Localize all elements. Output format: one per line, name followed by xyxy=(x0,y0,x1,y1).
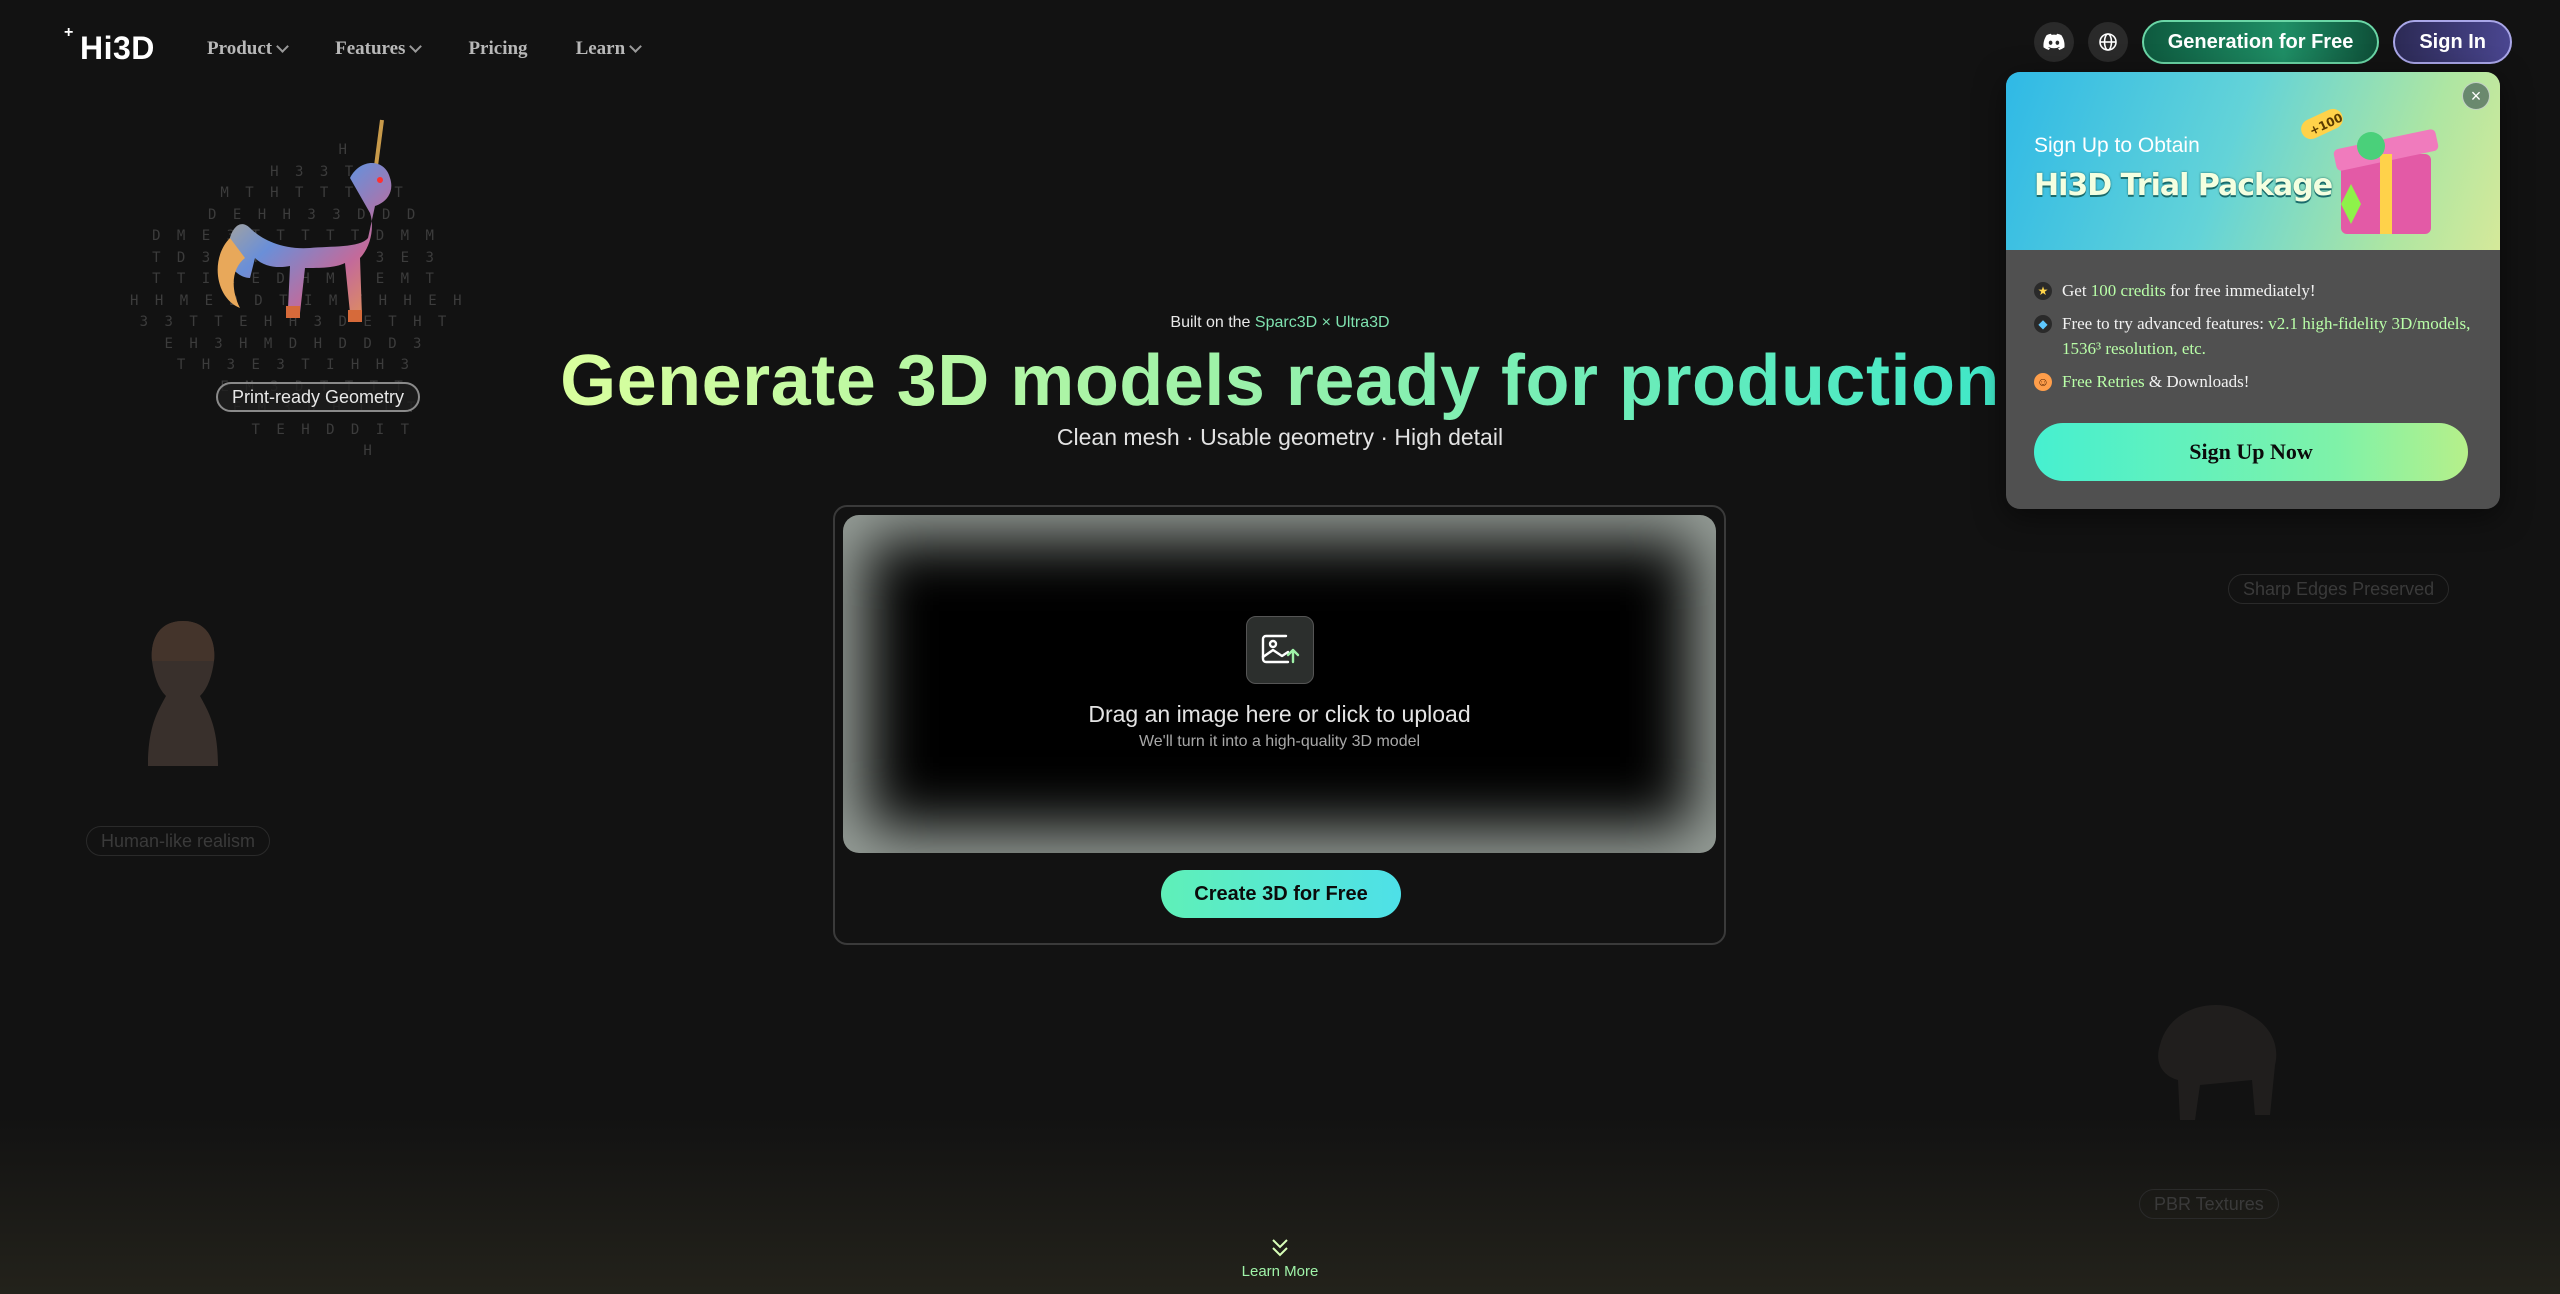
gift-box-image: +100 xyxy=(2301,108,2439,234)
logo-spark: + xyxy=(64,24,74,41)
header-actions: Generation for Free Sign In xyxy=(2033,20,2512,64)
diamond-icon: ◆ xyxy=(2034,315,2052,333)
nav-pricing-label: Pricing xyxy=(468,38,528,59)
benefit-text: Free to try advanced features: v2.1 high… xyxy=(2062,311,2476,361)
upload-card: Drag an image here or click to upload We… xyxy=(833,505,1726,945)
pbr-textures-pill: PBR Textures xyxy=(2139,1189,2279,1219)
close-icon[interactable]: × xyxy=(2462,82,2490,110)
benefit-2-prefix: Free to try advanced features: xyxy=(2062,314,2269,333)
double-chevron-down-icon xyxy=(1272,1239,1288,1257)
sign-up-now-button[interactable]: Sign Up Now xyxy=(2034,423,2468,481)
built-on-tech: Sparc3D × Ultra3D xyxy=(1254,314,1390,331)
sharp-edges-pill: Sharp Edges Preserved xyxy=(2228,574,2450,604)
list-item: ☺ Free Retries & Downloads! xyxy=(2034,369,2476,394)
star-icon: ★ xyxy=(2034,282,2052,300)
nav-features[interactable]: Features xyxy=(335,38,423,60)
logo[interactable]: + Hi3D xyxy=(64,24,155,67)
discord-icon[interactable] xyxy=(2033,22,2074,62)
chevron-down-icon xyxy=(629,40,643,53)
smile-emoji-icon: ☺ xyxy=(2034,373,2052,391)
list-item: ★ Get 100 credits for free immediately! xyxy=(2034,278,2476,303)
benefit-1-suffix: for free immediately! xyxy=(2165,281,2316,300)
benefit-text: Get 100 credits for free immediately! xyxy=(2062,278,2316,303)
logo-text: Hi3D xyxy=(80,30,155,66)
create-3d-button[interactable]: Create 3D for Free xyxy=(1161,870,1401,918)
chevron-down-icon xyxy=(276,40,289,53)
mech-beast-image xyxy=(2158,1005,2277,1120)
nav-product[interactable]: Product xyxy=(207,38,289,60)
human-bust-image xyxy=(148,621,218,766)
nav-features-label: Features xyxy=(335,38,406,59)
upload-title: Drag an image here or click to upload xyxy=(1088,701,1471,727)
chevron-down-icon xyxy=(409,40,423,53)
nav-pricing[interactable]: Pricing xyxy=(468,38,527,60)
benefit-1-highlight: 100 credits xyxy=(2090,281,2166,300)
nav-learn-label: Learn xyxy=(575,38,626,59)
benefit-1-prefix: Get xyxy=(2062,281,2091,300)
learn-more-label: Learn More xyxy=(1241,1263,1319,1280)
upload-dropzone[interactable]: Drag an image here or click to upload We… xyxy=(843,515,1716,853)
nav-learn[interactable]: Learn xyxy=(575,38,643,60)
main-nav: Product Features Pricing Learn xyxy=(207,38,643,60)
list-item: ◆ Free to try advanced features: v2.1 hi… xyxy=(2034,311,2476,361)
built-on-prefix: Built on the xyxy=(1170,314,1255,331)
generate-free-button[interactable]: Generation for Free xyxy=(2141,20,2380,64)
benefit-text: Free Retries & Downloads! xyxy=(2062,369,2249,394)
human-like-pill: Human-like realism xyxy=(86,826,271,856)
benefit-3-suffix: & Downloads! xyxy=(2144,372,2250,391)
hero-headline-text: Generate 3D models ready for production xyxy=(560,341,2000,421)
sign-in-button[interactable]: Sign In xyxy=(2393,20,2512,64)
image-upload-icon xyxy=(1246,616,1314,684)
globe-icon[interactable] xyxy=(2087,22,2128,62)
popup-title: Hi3D Trial Package xyxy=(2034,168,2333,203)
signup-promo-popup: +100 × Sign Up to Obtain Hi3D Trial Pack… xyxy=(2006,72,2500,509)
learn-more-link[interactable]: Learn More xyxy=(0,1237,2560,1280)
upload-subtitle: We'll turn it into a high-quality 3D mod… xyxy=(1138,733,1421,750)
benefit-3-highlight: Free Retries xyxy=(2062,372,2145,391)
nav-product-label: Product xyxy=(207,38,273,59)
popup-benefits: ★ Get 100 credits for free immediately! … xyxy=(2034,278,2476,402)
popup-kicker: Sign Up to Obtain xyxy=(2034,134,2200,157)
